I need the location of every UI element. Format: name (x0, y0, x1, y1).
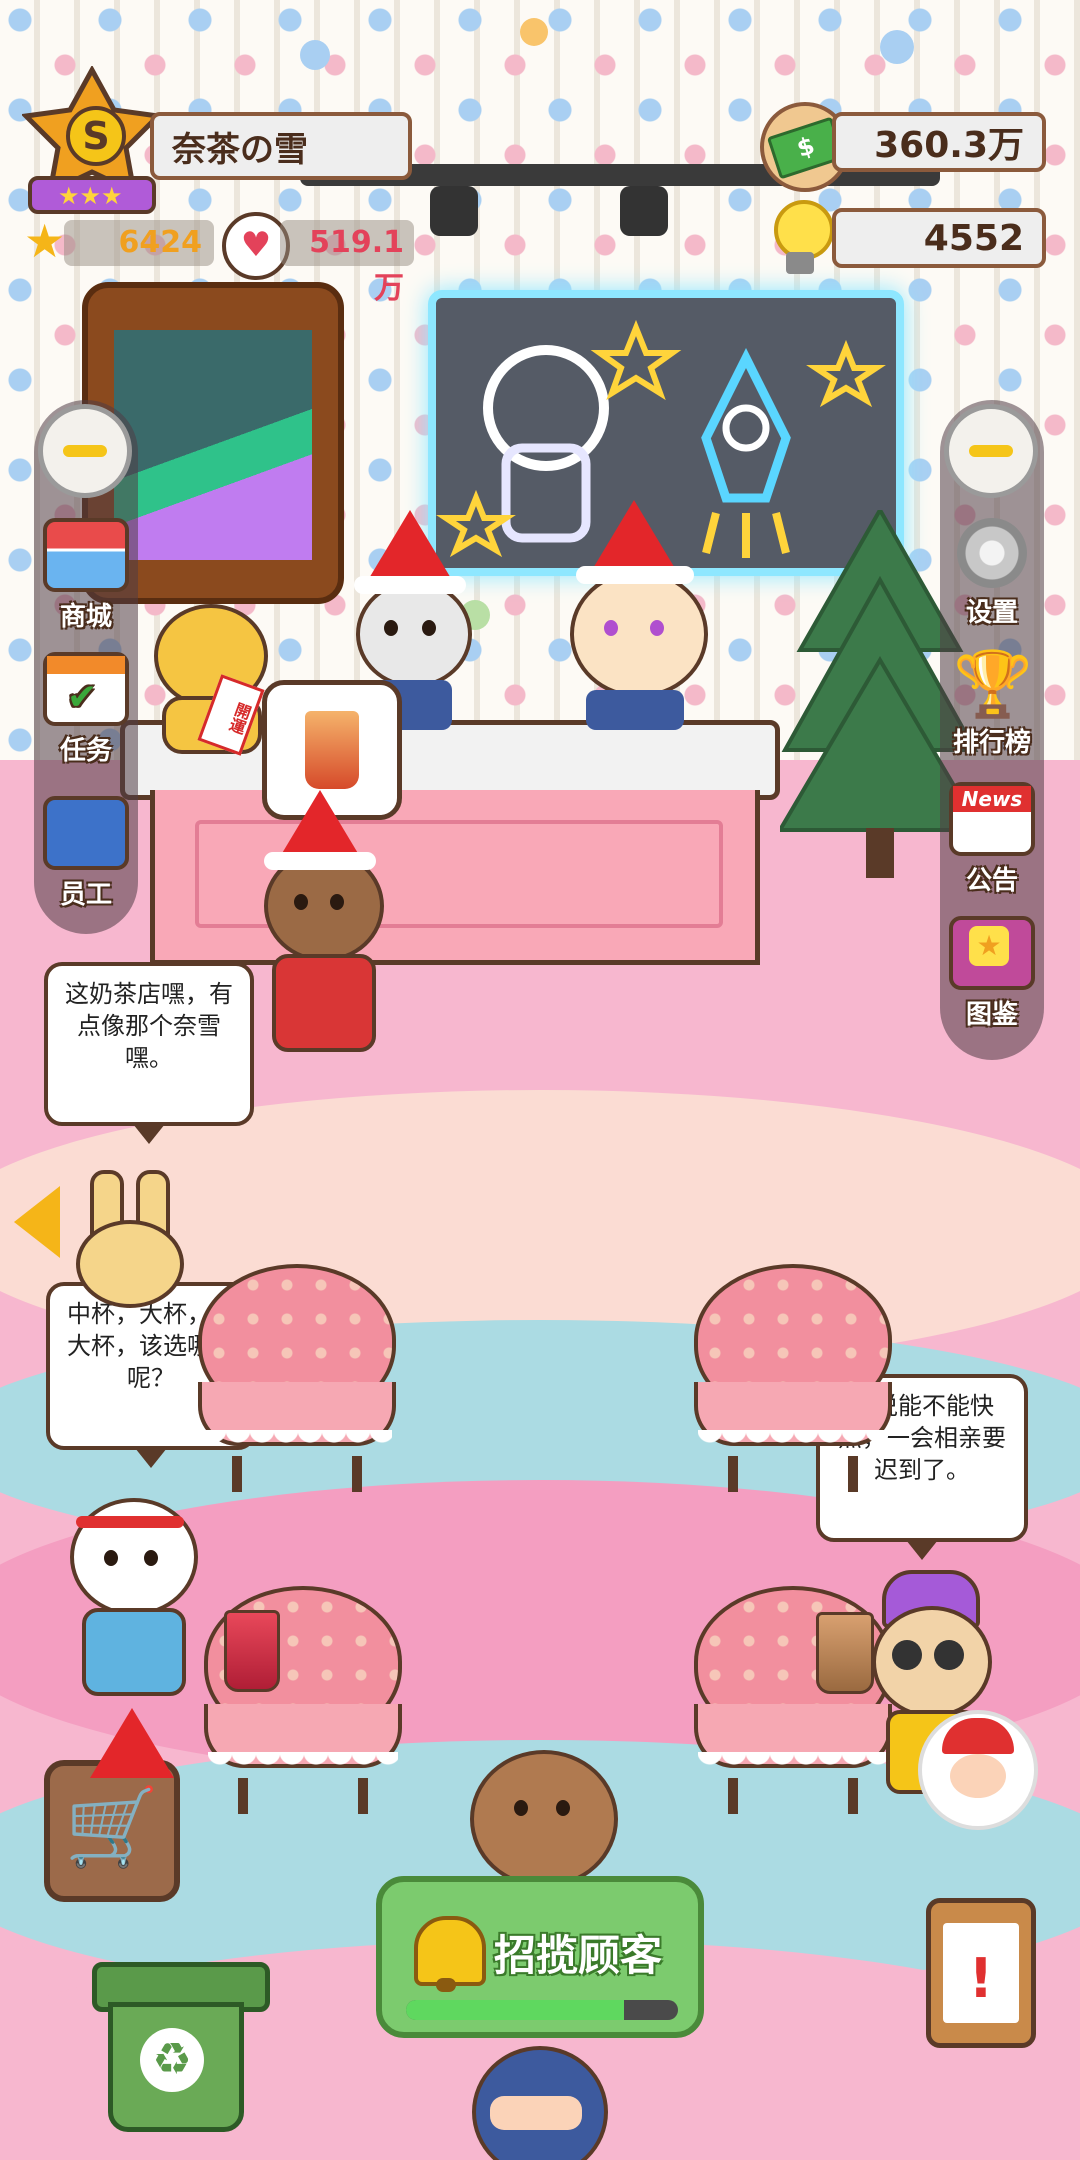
customer-reindeer-santa[interactable] (250, 790, 390, 1070)
customer-deer[interactable] (460, 1730, 620, 1888)
collection-label: 图鉴 (965, 1000, 1018, 1030)
staff-button[interactable]: 员工 (34, 796, 138, 911)
ideas-counter[interactable]: 4552 (832, 208, 1046, 268)
wall-dot (300, 40, 330, 70)
alert-icon: ! (968, 1947, 994, 2010)
attract-progress-bar (406, 2000, 678, 2020)
news-icon: News (949, 782, 1035, 856)
leaderboard-button[interactable]: 🏆 排行榜 (940, 652, 1044, 759)
spotlight (620, 186, 668, 236)
customer-rabbit[interactable] (76, 1170, 186, 1308)
santa-event-icon[interactable] (918, 1710, 1038, 1830)
leaderboard-label: 排行榜 (952, 728, 1031, 758)
trophy-icon: 🏆 (953, 648, 1033, 722)
player-name[interactable]: 奈茶の雪 (150, 112, 412, 180)
gear-icon (957, 518, 1027, 588)
staff-label: 员工 (59, 880, 112, 910)
counter-body (150, 790, 760, 965)
settings-label: 设置 (965, 598, 1018, 628)
table[interactable] (694, 1264, 892, 1492)
bell-icon (406, 1912, 486, 1992)
orders-clipboard-button[interactable]: ! (926, 1898, 1036, 2048)
collection-button[interactable]: ★ 图鉴 (940, 916, 1044, 1031)
rank-letter: S (66, 106, 126, 166)
stars-counter: 6424 (64, 220, 214, 266)
shop-button[interactable]: 商城 (34, 518, 138, 633)
collapse-left-menu-button[interactable] (38, 404, 132, 498)
lucky-cat-statue: 開運 (148, 600, 268, 760)
rank-badge[interactable]: S ★★★ (20, 64, 164, 216)
money-counter[interactable]: 360.3万 (832, 112, 1046, 172)
fruit-tea-drink (224, 1610, 280, 1692)
milk-tea-drink-icon (305, 711, 359, 789)
spotlight (430, 186, 478, 236)
shop-label: 商城 (59, 602, 112, 632)
scroll-left-arrow-icon[interactable] (14, 1186, 60, 1258)
menu-board-screen (114, 330, 312, 560)
task-calendar-icon: ✔ (43, 652, 129, 726)
news-icon-text: News (953, 786, 1031, 812)
customer-polar-bear[interactable] (62, 1488, 202, 1698)
rank-stars: ★★★ (58, 182, 123, 210)
tasks-button[interactable]: ✔ 任务 (34, 652, 138, 767)
staff-icon (43, 796, 129, 870)
announcement-label: 公告 (965, 866, 1018, 896)
lightbulb-icon (768, 200, 834, 280)
wall-dot (520, 18, 548, 46)
wall-dot (880, 30, 914, 64)
tasks-label: 任务 (59, 736, 112, 766)
shop-cart-button[interactable]: 🛒 (44, 1708, 180, 1902)
settings-button[interactable]: 设置 (940, 518, 1044, 629)
attract-progress-fill (406, 2000, 624, 2020)
shop-icon (43, 518, 129, 592)
cart-icon: 🛒 (64, 1782, 160, 1871)
recycle-icon: ♻ (140, 2028, 204, 2092)
book-icon: ★ (949, 916, 1035, 990)
table[interactable] (198, 1264, 396, 1492)
deer-speech-bubble: 这奶茶店嘿，有点像那个奈雪嘿。 (44, 962, 254, 1144)
customer-ninja[interactable] (466, 2040, 608, 2160)
recycle-bin-button[interactable]: ♻ (92, 1940, 270, 2132)
announcement-button[interactable]: News 公告 (940, 782, 1044, 897)
attract-customers-button[interactable]: 招揽顾客 (376, 1876, 704, 2038)
collapse-right-menu-button[interactable] (944, 404, 1038, 498)
game-scene: 開運 S ★★★ 奈茶の雪 ★ 6424 ♥ 519.1万 $ 360.3万 4… (0, 0, 1080, 2160)
hearts-counter: 519.1万 (280, 220, 414, 306)
staff-cocker-spaniel[interactable] (560, 500, 710, 730)
attract-customers-label: 招揽顾客 (494, 1931, 663, 1980)
